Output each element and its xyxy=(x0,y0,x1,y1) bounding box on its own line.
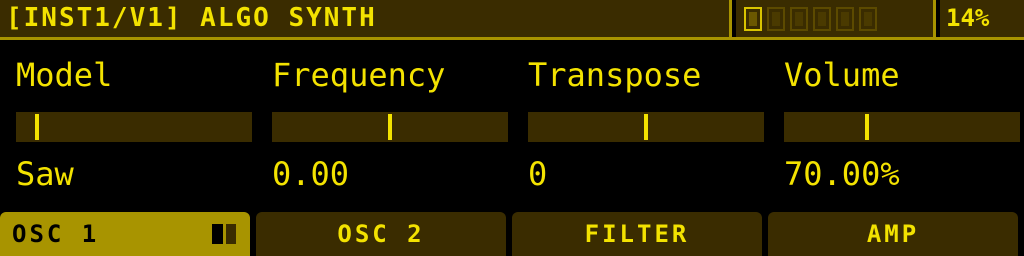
slider-knob-transpose[interactable] xyxy=(644,114,648,140)
param-label-model: Model xyxy=(16,56,113,94)
param-value-volume: 70.00% xyxy=(784,155,900,193)
page-slot-1[interactable] xyxy=(744,6,762,31)
page-slot-6[interactable] xyxy=(859,6,877,31)
cpu-load: 14% xyxy=(940,0,1024,37)
page-indicator[interactable] xyxy=(736,0,936,37)
slider-model[interactable] xyxy=(16,112,252,142)
tab-amp[interactable]: AMP xyxy=(768,212,1018,256)
param-value-frequency: 0.00 xyxy=(272,155,350,193)
page-slot-3[interactable] xyxy=(790,6,808,31)
instrument-title: [INST1/V1] ALGO SYNTH xyxy=(0,0,732,37)
param-value-transpose: 0 xyxy=(528,155,548,193)
page-slot-2[interactable] xyxy=(767,6,785,31)
tab-label-osc-1: OSC 1 xyxy=(12,220,100,248)
param-label-transpose: Transpose xyxy=(528,56,702,94)
param-frequency[interactable]: Frequency 0.00 xyxy=(272,56,512,196)
param-label-volume: Volume xyxy=(784,56,900,94)
slider-knob-volume[interactable] xyxy=(865,114,869,140)
param-value-model: Saw xyxy=(16,155,74,193)
param-transpose[interactable]: Transpose 0 xyxy=(528,56,768,196)
tab-label-osc-2: OSC 2 xyxy=(337,220,425,248)
tab-filter[interactable]: FILTER xyxy=(512,212,762,256)
slider-volume[interactable] xyxy=(784,112,1020,142)
slider-transpose[interactable] xyxy=(528,112,764,142)
page-slot-4[interactable] xyxy=(813,6,831,31)
tab-osc-1[interactable]: OSC 1 xyxy=(0,212,250,256)
param-model[interactable]: Model Saw xyxy=(16,56,256,196)
header-bar: [INST1/V1] ALGO SYNTH 14% xyxy=(0,0,1024,40)
param-volume[interactable]: Volume 70.00% xyxy=(784,56,1024,196)
tab-osc-2[interactable]: OSC 2 xyxy=(256,212,506,256)
page-slot-5[interactable] xyxy=(836,6,854,31)
tab-label-filter: FILTER xyxy=(584,220,690,248)
slider-knob-model[interactable] xyxy=(35,114,39,140)
param-label-frequency: Frequency xyxy=(272,56,446,94)
page-toggle-icon xyxy=(212,224,236,244)
slider-frequency[interactable] xyxy=(272,112,508,142)
tab-label-amp: AMP xyxy=(866,220,920,248)
slider-knob-frequency[interactable] xyxy=(388,114,392,140)
